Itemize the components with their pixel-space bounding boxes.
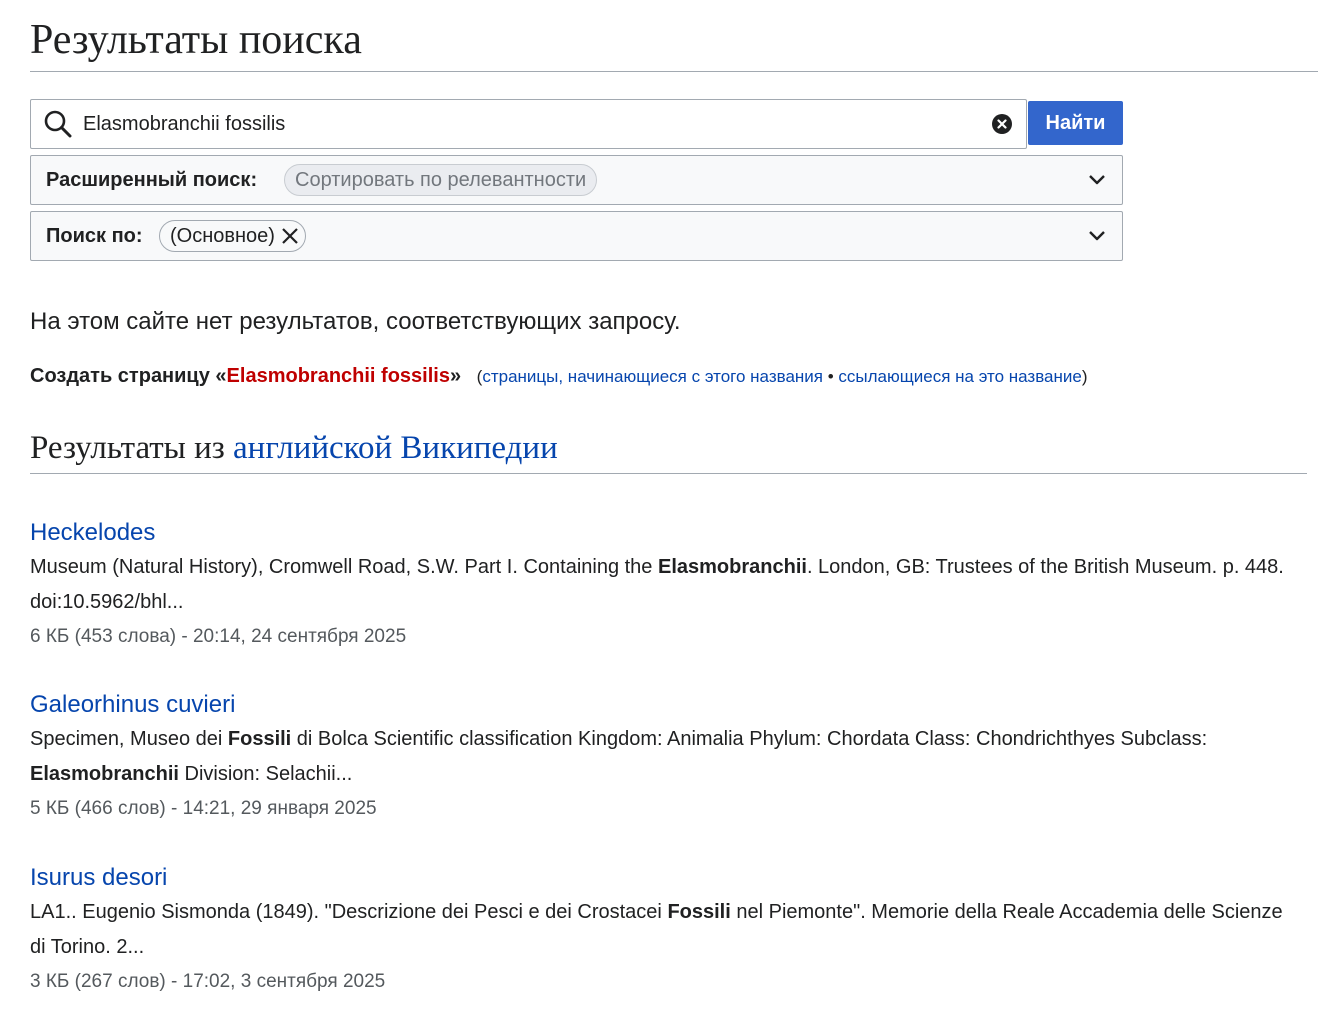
result-title-link[interactable]: Isurus desori	[30, 863, 1290, 893]
namespace-chip-label: (Основное)	[170, 225, 275, 247]
interwiki-link[interactable]: английской Википедии	[233, 430, 558, 466]
snippet-text: di Bolca Scientific classification Kingd…	[291, 728, 1208, 750]
snippet-match: Elasmobranchii	[30, 763, 179, 785]
clear-icon[interactable]	[992, 114, 1012, 134]
snippet-text: Museum (Natural History), Cromwell Road,…	[30, 556, 658, 578]
result-snippet: Museum (Natural History), Cromwell Road,…	[30, 550, 1290, 620]
advanced-search-label: Расширенный поиск:	[46, 169, 258, 191]
sort-chip[interactable]: Сортировать по релевантности	[284, 164, 598, 196]
search-button[interactable]: Найти	[1028, 101, 1123, 145]
what-links-here-link[interactable]: ссылающиеся на это название	[838, 367, 1081, 386]
result-snippet: Specimen, Museo dei Fossili di Bolca Sci…	[30, 722, 1290, 792]
search-box[interactable]	[30, 99, 1027, 149]
snippet-match: Fossili	[667, 901, 731, 923]
title-divider	[30, 71, 1318, 72]
link-separator: •	[823, 367, 839, 386]
interwiki-heading: Результаты из английской Википедии	[30, 430, 558, 467]
search-input[interactable]	[83, 100, 983, 148]
chevron-down-icon[interactable]	[1088, 172, 1106, 188]
snippet-text: Specimen, Museo dei	[30, 728, 228, 750]
snippet-text: LA1.. Eugenio Sismonda (1849). "Descrizi…	[30, 901, 668, 923]
result-meta: 6 КБ (453 слова) - 20:14, 24 сентября 20…	[30, 626, 407, 647]
search-icon	[44, 110, 72, 138]
chevron-down-icon[interactable]	[1088, 228, 1106, 244]
interwiki-divider	[30, 473, 1307, 474]
namespace-chip[interactable]: (Основное)	[159, 220, 306, 252]
snippet-text: Division: Selachii...	[178, 763, 353, 785]
result-title-link[interactable]: Galeorhinus cuvieri	[30, 690, 1290, 720]
namespace-label: Поиск по:	[46, 225, 143, 247]
search-result: Isurus desori LA1.. Eugenio Sismonda (184…	[30, 863, 1290, 997]
paren-close: )	[1081, 367, 1088, 386]
create-page-line: Создать страницу «Elasmobranchii fossili…	[30, 365, 1088, 388]
create-suffix: »	[449, 365, 462, 387]
search-result: Heckelodes Museum (Natural History), Crom…	[30, 518, 1290, 652]
snippet-match: Elasmobranchii	[658, 556, 807, 578]
result-snippet: LA1.. Eugenio Sismonda (1849). "Descrizi…	[30, 895, 1290, 965]
create-page-link[interactable]: Elasmobranchii fossilis	[227, 365, 450, 387]
page-title: Результаты поиска	[30, 17, 362, 63]
search-result: Galeorhinus cuvieri Specimen, Museo dei F…	[30, 690, 1290, 824]
namespace-panel[interactable]: Поиск по: (Основное)	[30, 211, 1123, 261]
advanced-search-panel[interactable]: Расширенный поиск: Сортировать по релева…	[30, 155, 1123, 205]
result-title-link[interactable]: Heckelodes	[30, 518, 1290, 548]
interwiki-prefix: Результаты из	[30, 430, 234, 466]
search-row: Найти	[30, 99, 1123, 149]
related-links: (страницы, начинающиеся с этого названия…	[477, 367, 1088, 386]
result-meta: 5 КБ (466 слов) - 14:21, 29 января 2025	[30, 798, 377, 819]
no-results-message: На этом сайте нет результатов, соответст…	[30, 308, 681, 335]
prefix-index-link[interactable]: страницы, начинающиеся с этого названия	[482, 367, 823, 386]
close-icon[interactable]	[281, 227, 299, 245]
snippet-match: Fossili	[227, 728, 292, 750]
create-prefix: Создать страницу «	[30, 365, 227, 387]
result-meta: 3 КБ (267 слов) - 17:02, 3 сентября 2025	[30, 971, 386, 992]
